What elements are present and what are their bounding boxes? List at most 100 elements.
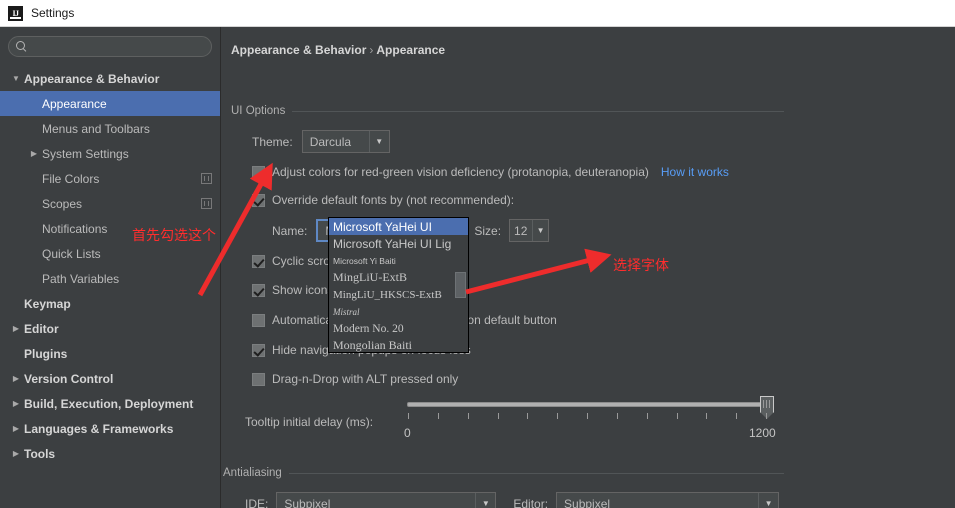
divider-line [288,472,784,474]
font-dropdown-item[interactable]: Microsoft YaHei UI [329,218,468,235]
sidebar-item-version-control[interactable]: ▶ Version Control [0,366,220,391]
settings-sidebar: ▼ Appearance & Behavior Appearance Menus an… [0,27,221,508]
slider-tick [408,413,409,419]
ide-aa-label: IDE: [245,496,269,508]
override-fonts-checkbox[interactable] [252,193,265,207]
chevron-right-icon[interactable]: ▶ [26,149,42,158]
annotation-note-2: 选择字体 [613,257,669,273]
font-name-label: Name: [272,223,308,238]
slider-track[interactable] [407,402,767,407]
auto-position-cursor-checkbox[interactable] [252,313,265,327]
chevron-right-icon[interactable]: ▶ [8,374,24,383]
slider-thumb-grip [763,400,771,408]
slider-min-label: 0 [404,426,411,440]
window-title: Settings [31,6,75,20]
slider-thumb[interactable] [760,396,774,419]
ide-aa-combo[interactable]: Subpixel ▼ [276,492,497,508]
editor-aa-combo[interactable]: Subpixel ▼ [556,492,780,508]
sidebar-item-label: Plugins [24,346,68,361]
editor-aa-label: Editor: [513,496,549,508]
font-size-label: Size: [474,223,502,238]
font-dropdown-item[interactable]: Microsoft YaHei UI Lig [329,235,468,252]
chevron-down-icon[interactable]: ▼ [475,493,495,508]
sidebar-item-build-execution-deployment[interactable]: ▶ Build, Execution, Deployment [0,391,220,416]
sidebar-item-languages-frameworks[interactable]: ▶ Languages & Frameworks [0,416,220,441]
chevron-right-icon[interactable]: ▶ [8,399,24,408]
font-dropdown-item[interactable]: MingLiU_HKSCS-ExtB [329,286,468,303]
font-dropdown-item[interactable]: Microsoft Yi Baiti [329,252,468,269]
sidebar-item-label: System Settings [42,146,129,161]
adjust-colors-checkbox[interactable] [252,165,265,179]
slider-tick [766,413,767,419]
drag-n-drop-alt-checkbox[interactable] [252,372,265,386]
checkbox-row-adjust-colors[interactable]: Adjust colors for red-green vision defic… [252,165,729,179]
slider-tick [676,413,678,419]
copy-icon [201,198,212,209]
sidebar-item-system-settings[interactable]: ▶ System Settings [0,141,220,166]
antialiasing-row: IDE: Subpixel ▼ Editor: Subpixel ▼ [245,492,780,508]
sidebar-item-label: Keymap [24,296,71,311]
adjust-colors-label: Adjust colors for red-green vision defic… [272,165,649,179]
divider-line [292,110,784,112]
sidebar-item-menus-and-toolbars[interactable]: Menus and Toolbars [0,116,220,141]
sidebar-item-tools[interactable]: ▶ Tools [0,441,220,466]
breadcrumb-separator: › [369,43,374,57]
sidebar-item-label: Scopes [42,196,83,211]
font-dropdown-item[interactable]: MingLiU-ExtB [329,269,468,286]
checkbox-row-override-fonts[interactable]: Override default fonts by (not recommend… [252,193,514,207]
sidebar-item-appearance-behavior[interactable]: ▼ Appearance & Behavior [0,66,220,91]
drag-n-drop-alt-label: Drag-n-Drop with ALT pressed only [272,372,459,386]
slider-tick [706,413,708,419]
sidebar-item-label: Quick Lists [42,246,101,261]
tooltip-delay-label: Tooltip initial delay (ms): [245,415,374,429]
group-label-ui-options: UI Options [231,105,286,117]
search-input[interactable] [27,40,211,53]
cyclic-scrolling-checkbox[interactable] [252,254,265,268]
chevron-down-icon[interactable]: ▼ [532,220,548,241]
group-header-antialiasing: Antialiasing [223,467,784,479]
breadcrumb-root[interactable]: Appearance & Behavior [231,43,366,57]
sidebar-item-appearance[interactable]: Appearance [0,91,220,116]
sidebar-item-editor[interactable]: ▶ Editor [0,316,220,341]
how-it-works-link[interactable]: How it works [661,165,729,179]
sidebar-item-label: Languages & Frameworks [24,421,174,436]
sidebar-item-path-variables[interactable]: Path Variables [0,266,220,291]
font-dropdown-item[interactable]: Modern No. 20 [329,320,468,337]
search-icon [16,41,27,52]
chevron-down-icon[interactable]: ▼ [368,131,389,152]
font-dropdown-item[interactable]: Mongolian Baiti [329,337,468,352]
settings-window: IJ Settings ▼ Appearance & Behavior Appear… [0,0,955,508]
checkbox-row-drag-n-drop-alt[interactable]: Drag-n-Drop with ALT pressed only [252,372,458,386]
show-icons-checkbox[interactable] [252,283,265,297]
sidebar-search[interactable] [8,36,212,57]
copy-icon [201,173,212,184]
sidebar-item-plugins[interactable]: Plugins [0,341,220,366]
theme-combo[interactable]: Darcula ▼ [301,130,390,153]
breadcrumb-leaf: Appearance [376,43,446,57]
sidebar-item-label: Appearance [42,96,107,111]
font-name-dropdown-list[interactable]: Microsoft YaHei UI Microsoft YaHei UI Lig… [328,217,469,353]
theme-value: Darcula [309,134,352,149]
font-size-combo[interactable]: 12 ▼ [509,219,550,242]
group-header-ui-options: UI Options [231,105,784,117]
chevron-down-icon[interactable]: ▼ [8,74,24,83]
font-dropdown-item[interactable]: Mistral [329,303,468,320]
theme-row: Theme: Darcula ▼ [252,130,390,153]
sidebar-item-label: Tools [24,446,56,461]
sidebar-item-scopes[interactable]: Scopes [0,191,220,216]
chevron-right-icon[interactable]: ▶ [8,324,24,333]
slider-tick [736,413,738,419]
sidebar-item-file-colors[interactable]: File Colors [0,166,220,191]
slider-tick [437,413,439,419]
sidebar-item-keymap[interactable]: Keymap [0,291,220,316]
hide-nav-popups-checkbox[interactable] [252,343,265,357]
chevron-right-icon[interactable]: ▶ [8,424,24,433]
settings-tree: ▼ Appearance & Behavior Appearance Menus an… [0,63,220,466]
sidebar-item-label: Notifications [42,221,108,236]
font-dropdown-scrollbar-thumb[interactable] [455,272,466,298]
chevron-right-icon[interactable]: ▶ [8,449,24,458]
chevron-down-icon[interactable]: ▼ [758,493,778,508]
slider-max-label: 1200 [749,426,776,440]
slider-tick [467,413,469,419]
slider-tick [527,413,529,419]
